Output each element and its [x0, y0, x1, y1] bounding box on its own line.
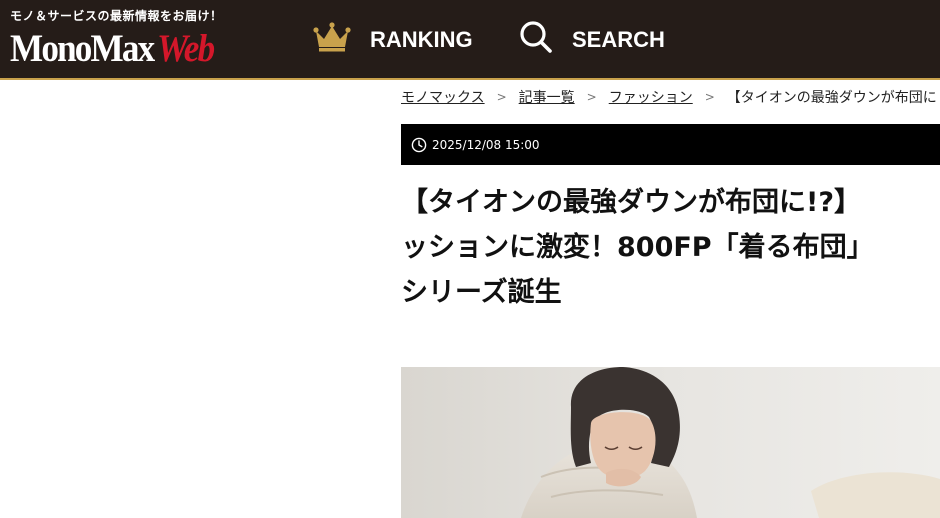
breadcrumb: モノマックス > 記事一覧 > ファッション > 【タイオンの最強ダウンが布団に: [401, 86, 937, 108]
article-title-line: ッションに激変！800FP「着る布団」: [401, 232, 874, 263]
article-title-line: シリーズ誕生: [401, 277, 562, 308]
site-header: モノ＆サービスの最新情報をお届け！ MonoMaxWeb RANKING SEA…: [0, 0, 940, 80]
breadcrumb-current: 【タイオンの最強ダウンが布団に: [726, 90, 937, 106]
breadcrumb-separator: >: [586, 90, 597, 104]
nav-ranking[interactable]: RANKING: [313, 22, 473, 58]
nav-search[interactable]: SEARCH: [519, 20, 665, 60]
article-date-bar: 2025/12/08 15:00: [401, 124, 940, 165]
article-date: 2025/12/08 15:00: [432, 137, 540, 152]
search-icon: [519, 20, 553, 60]
logo-wordmark: MonoMaxWeb: [10, 27, 215, 71]
article-title-line: 【タイオンの最強ダウンが布団に!?】: [401, 187, 861, 218]
clock-icon: [411, 137, 427, 153]
article-hero-image: [401, 367, 940, 518]
logo-tagline: モノ＆サービスの最新情報をお届け！: [10, 9, 223, 23]
crown-icon: [313, 22, 351, 58]
breadcrumb-home[interactable]: モノマックス: [401, 87, 485, 107]
breadcrumb-separator: >: [704, 90, 715, 104]
nav-ranking-label: RANKING: [370, 27, 473, 52]
article-title: 【タイオンの最強ダウンが布団に!?】 ッションに激変！800FP「着る布団」 シ…: [401, 180, 940, 315]
breadcrumb-fashion[interactable]: ファッション: [609, 87, 693, 107]
nav-search-label: SEARCH: [572, 27, 665, 52]
breadcrumb-articles[interactable]: 記事一覧: [519, 87, 575, 107]
site-logo[interactable]: モノ＆サービスの最新情報をお届け！ MonoMaxWeb: [10, 5, 270, 73]
logo-monomax: MonoMax: [10, 27, 155, 70]
logo-web: Web: [156, 27, 215, 70]
breadcrumb-separator: >: [496, 90, 507, 104]
